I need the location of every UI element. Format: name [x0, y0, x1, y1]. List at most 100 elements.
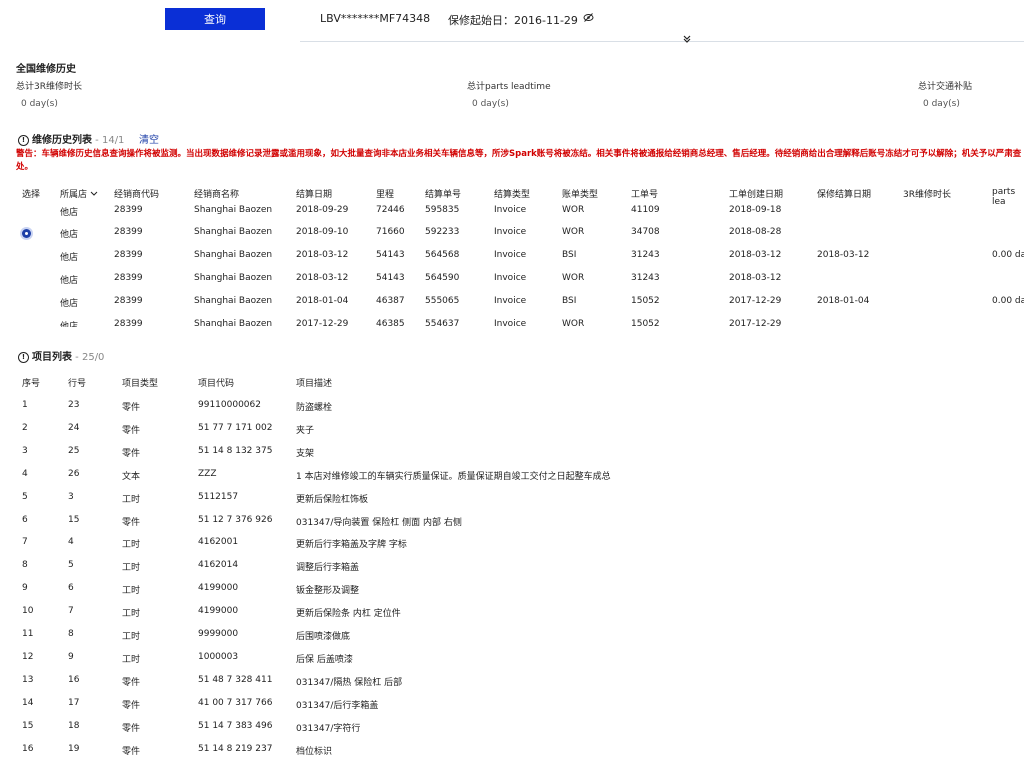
- info-icon: !: [18, 351, 29, 363]
- cell-seq: 10: [22, 606, 34, 617]
- cell-settle-no: 592233: [425, 227, 460, 237]
- cell-item-code: 51 14 7 383 496: [198, 720, 273, 731]
- cell-store: 他店: [60, 276, 79, 286]
- cell-item-type: 零件: [122, 723, 141, 734]
- cell-settle-type: Invoice: [494, 250, 527, 260]
- cell-mileage: 72446: [376, 205, 405, 215]
- cell-item-code: 99110000062: [198, 400, 261, 410]
- chevron-down-icon[interactable]: [90, 191, 98, 197]
- cell-parts-leadtime: 0.00 da: [992, 250, 1024, 260]
- cell-seq: 1: [22, 400, 28, 410]
- summary-transport-label: 总计交通补贴: [918, 82, 973, 92]
- cell-dealer-name: Shanghai Baozen: [194, 205, 273, 215]
- header-divider: [300, 41, 1024, 42]
- cell-settle-no: 564590: [425, 273, 460, 283]
- cell-item-desc: 防盗螺栓: [296, 403, 333, 413]
- cell-wo-no: 34708: [631, 227, 660, 237]
- cell-store: 他店: [60, 299, 79, 309]
- cell-line: 5: [68, 560, 74, 571]
- warranty-start-label: 保修起始日：2016-11-29: [448, 14, 578, 27]
- cell-mileage: 46385: [376, 319, 405, 327]
- eye-off-icon[interactable]: [583, 12, 594, 25]
- cell-item-desc: 夹子: [296, 425, 315, 436]
- cell-wo-date: 2018-09-18: [729, 205, 782, 215]
- cell-item-type: 工时: [122, 654, 141, 665]
- cell-item-code: 5112157: [198, 491, 239, 502]
- cell-wo-date: 2018-03-12: [729, 250, 782, 260]
- col-wo-date: 工单创建日期: [729, 190, 784, 200]
- cell-settle-type: Invoice: [494, 296, 527, 306]
- cell-warranty-date: 2018-03-12: [817, 250, 870, 260]
- col-dealer-code: 经销商代码: [114, 190, 160, 200]
- cell-mileage: 71660: [376, 227, 405, 237]
- cell-item-code: 9999000: [198, 629, 239, 639]
- col-settle-type: 结算类型: [494, 190, 531, 200]
- cell-settle-date: 2018-03-12: [296, 273, 349, 283]
- cell-wo-no: 15052: [631, 319, 660, 327]
- cell-line: 3: [68, 491, 74, 502]
- col-settle-date: 结算日期: [296, 190, 333, 200]
- cell-line: 19: [68, 743, 80, 754]
- cell-line: 25: [68, 445, 80, 456]
- cell-settle-date: 2018-09-29: [296, 205, 349, 215]
- history-count: - 14/1: [92, 135, 125, 146]
- cell-item-desc: 031347/导向装置 保险杠 侧面 内部 右侧: [296, 517, 462, 528]
- cell-item-desc: 调整后行李箱盖: [296, 563, 360, 574]
- history-table-body[interactable]: 他店 28399 Shanghai Baozen 2018-09-29 72446 595…: [0, 200, 1024, 327]
- cell-dealer-code: 28399: [114, 227, 143, 237]
- col-select: 选择: [22, 190, 41, 200]
- cell-settle-no: 555065: [425, 296, 460, 306]
- row-select-radio[interactable]: [22, 229, 31, 238]
- col-store-label: 所属店: [60, 190, 88, 200]
- cell-dealer-code: 28399: [114, 296, 143, 306]
- query-button[interactable]: 查询: [165, 8, 265, 30]
- cell-seq: 12: [22, 651, 34, 662]
- items-section-title: ! 项目列表 - 25/0: [18, 348, 104, 363]
- cell-item-code: 4162014: [198, 560, 239, 571]
- cell-item-type: 零件: [122, 425, 141, 436]
- history-section-title: ! 维修历史列表 - 14/1: [18, 131, 124, 146]
- cell-store: 他店: [60, 253, 79, 263]
- cell-bill-type: WOR: [562, 319, 585, 327]
- cell-bill-type: WOR: [562, 205, 585, 215]
- summary-parts-value: 0 day(s): [472, 99, 509, 109]
- cell-seq: 3: [22, 445, 28, 456]
- cell-settle-date: 2018-09-10: [296, 227, 349, 237]
- cell-store: 他店: [60, 230, 79, 240]
- cell-seq: 9: [22, 583, 28, 594]
- cell-item-code: 51 14 8 219 237: [198, 743, 273, 754]
- cell-item-code: 1000003: [198, 651, 239, 662]
- cell-line: 26: [68, 468, 80, 479]
- cell-dealer-name: Shanghai Baozen: [194, 319, 273, 327]
- cell-mileage: 54143: [376, 273, 405, 283]
- cell-store: 他店: [60, 208, 79, 218]
- cell-item-desc: 档位标识: [296, 746, 333, 757]
- col-bill-type: 账单类型: [562, 190, 599, 200]
- summary-transport-value: 0 day(s): [923, 99, 960, 109]
- cell-bill-type: WOR: [562, 273, 585, 283]
- cell-settle-date: 2018-01-04: [296, 296, 349, 306]
- cell-item-type: 工时: [122, 586, 141, 597]
- cell-dealer-code: 28399: [114, 319, 143, 327]
- cell-bill-type: WOR: [562, 227, 585, 237]
- col-item-type: 项目类型: [122, 379, 159, 389]
- cell-item-desc: 更新后保险条 内杠 定位件: [296, 609, 401, 620]
- cell-warranty-date: 2018-01-04: [817, 296, 870, 306]
- cell-wo-no: 31243: [631, 273, 660, 283]
- vin-label: LBV*******MF74348: [320, 12, 431, 25]
- cell-seq: 13: [22, 674, 34, 685]
- cell-item-desc: 1 本店对维修竣工的车辆实行质量保证。质量保证期自竣工交付之日起整车成总: [296, 471, 611, 482]
- cell-settle-no: 564568: [425, 250, 460, 260]
- cell-line: 23: [68, 400, 80, 410]
- col-store[interactable]: 所属店: [60, 187, 98, 200]
- cell-item-desc: 031347/隔热 保险杠 后部: [296, 677, 403, 688]
- cell-store: 他店: [60, 322, 79, 327]
- clear-link[interactable]: 清空: [139, 131, 159, 146]
- cell-line: 18: [68, 720, 80, 731]
- cell-item-desc: 后围喷漆做底: [296, 632, 351, 642]
- cell-item-code: 51 77 7 171 002: [198, 422, 273, 433]
- cell-wo-no: 31243: [631, 250, 660, 260]
- chevron-double-down-icon[interactable]: [682, 34, 692, 47]
- cell-item-type: 文本: [122, 471, 141, 482]
- cell-bill-type: BSI: [562, 250, 577, 260]
